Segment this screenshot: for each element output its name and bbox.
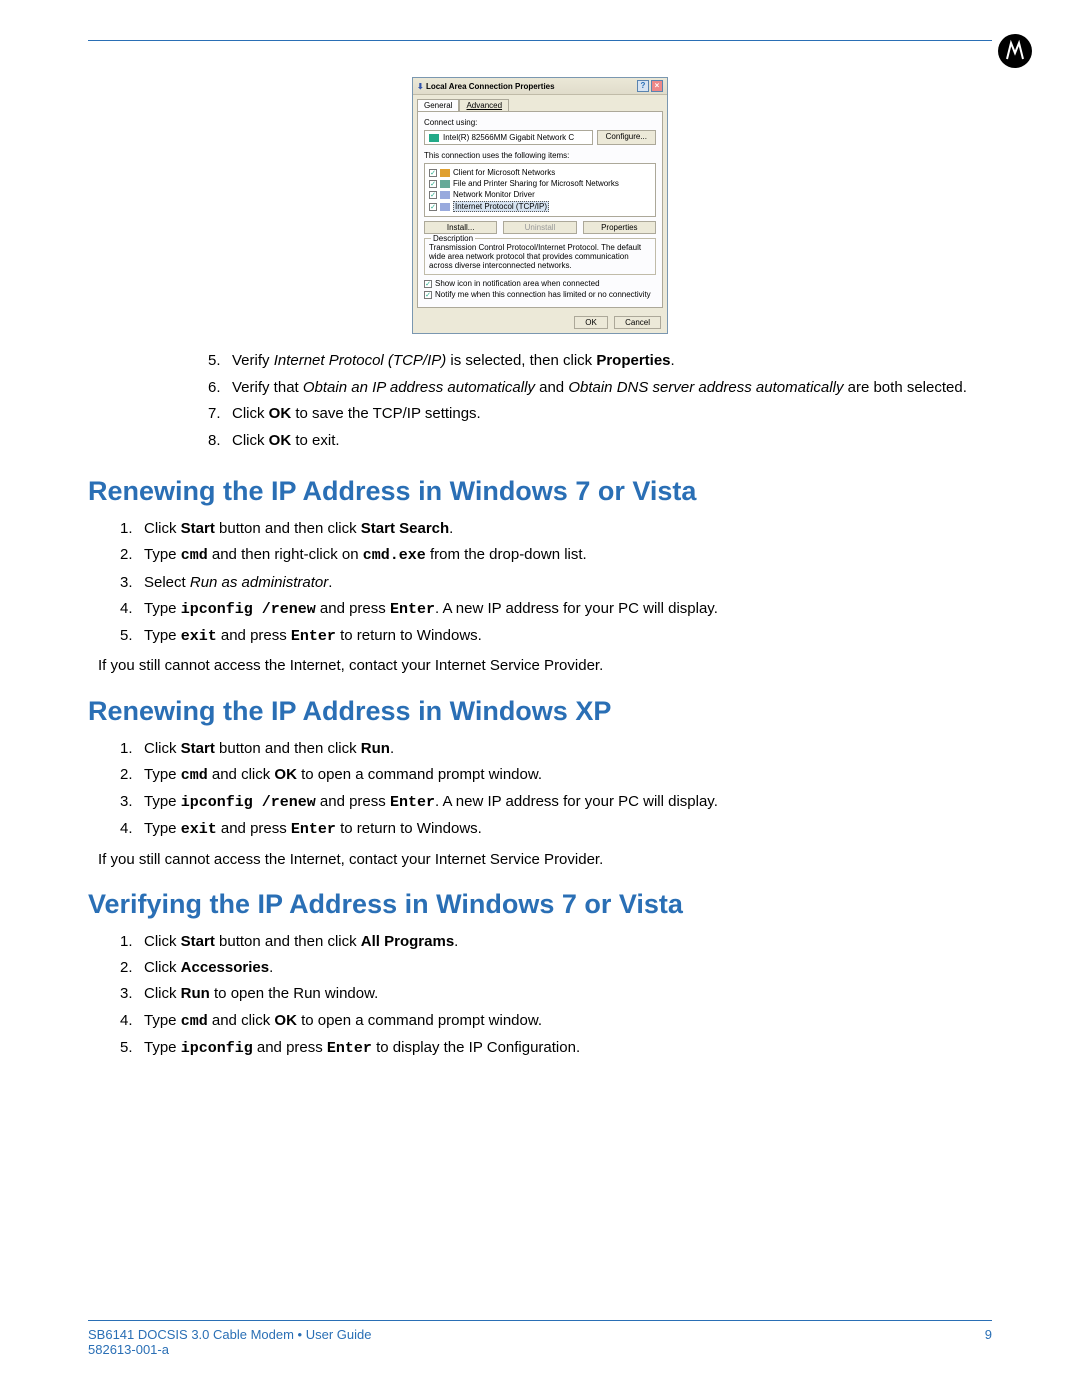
item-monitor: Network Monitor Driver xyxy=(453,190,535,199)
notify-checkbox-label: Notify me when this connection has limit… xyxy=(435,290,651,299)
help-icon: ? xyxy=(637,80,649,92)
dialog-screenshot: ⬇ Local Area Connection Properties ? × G… xyxy=(88,77,992,334)
page-footer: SB6141 DOCSIS 3.0 Cable Modem • User Gui… xyxy=(88,1320,992,1357)
motorola-logo-icon xyxy=(998,34,1032,68)
description-text: Transmission Control Protocol/Internet P… xyxy=(429,243,651,270)
dialog-titlebar: ⬇ Local Area Connection Properties ? × xyxy=(413,78,667,95)
section-renew-xp: Renewing the IP Address in Windows XP xyxy=(88,696,992,727)
tab-general: General xyxy=(417,99,459,111)
item-client: Client for Microsoft Networks xyxy=(453,168,555,177)
properties-button: Properties xyxy=(583,221,656,234)
sec2-note: If you still cannot access the Internet,… xyxy=(88,848,992,871)
sec3-steps: 1.Click Start button and then click All … xyxy=(88,930,992,1060)
cancel-button: Cancel xyxy=(614,316,661,329)
close-icon: × xyxy=(651,80,663,92)
network-adapter-icon xyxy=(429,134,439,142)
connection-items-list: ✓Client for Microsoft Networks ✓File and… xyxy=(424,163,656,217)
step-6: Verify that Obtain an IP address automat… xyxy=(232,377,992,400)
page-number: 9 xyxy=(985,1327,992,1342)
dialog-title: Local Area Connection Properties xyxy=(426,82,555,91)
show-icon-checkbox-label: Show icon in notification area when conn… xyxy=(435,279,600,288)
step-8: Click OK to exit. xyxy=(232,430,992,453)
header-rule xyxy=(88,40,992,41)
item-tcpip: Internet Protocol (TCP/IP) xyxy=(453,201,549,212)
step-5: Verify Internet Protocol (TCP/IP) is sel… xyxy=(232,350,992,373)
tab-advanced: Advanced xyxy=(459,99,509,111)
num: 5. xyxy=(208,350,232,373)
ok-button: OK xyxy=(574,316,608,329)
sec2-steps: 1.Click Start button and then click Run.… xyxy=(88,737,992,842)
adapter-name: Intel(R) 82566MM Gigabit Network C xyxy=(443,133,574,142)
steps-5-8: 5.Verify Internet Protocol (TCP/IP) is s… xyxy=(88,350,992,452)
configure-button: Configure... xyxy=(597,130,656,145)
section-verify-win7: Verifying the IP Address in Windows 7 or… xyxy=(88,889,992,920)
description-legend: Description xyxy=(431,234,475,243)
connect-using-label: Connect using: xyxy=(424,118,656,127)
num: 7. xyxy=(208,403,232,426)
uses-items-label: This connection uses the following items… xyxy=(424,151,656,160)
num: 8. xyxy=(208,430,232,453)
sec1-note: If you still cannot access the Internet,… xyxy=(88,654,992,677)
footer-left: SB6141 DOCSIS 3.0 Cable Modem • User Gui… xyxy=(88,1327,371,1342)
section-renew-win7: Renewing the IP Address in Windows 7 or … xyxy=(88,476,992,507)
item-fileprint: File and Printer Sharing for Microsoft N… xyxy=(453,179,619,188)
footer-rev: 582613-001-a xyxy=(88,1342,169,1357)
sec1-steps: 1.Click Start button and then click Star… xyxy=(88,517,992,648)
num: 6. xyxy=(208,377,232,400)
install-button: Install... xyxy=(424,221,497,234)
uninstall-button: Uninstall xyxy=(503,221,576,234)
step-7: Click OK to save the TCP/IP settings. xyxy=(232,403,992,426)
